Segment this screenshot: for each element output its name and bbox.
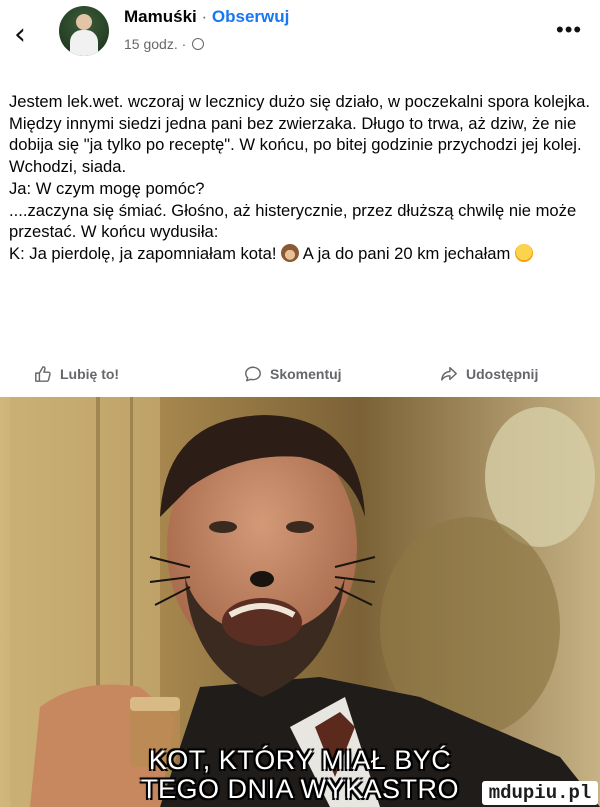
share-label: Udostępnij xyxy=(466,366,539,382)
meme-caption-line1: KOT, KTÓRY MIAŁ BYĆ xyxy=(148,745,452,775)
post-meta: 15 godz. · xyxy=(124,36,205,52)
like-button[interactable]: Lubię to! xyxy=(34,365,119,383)
facebook-post: ‹ Mamuśki · Obserwuj 15 godz. · ••• Jest… xyxy=(0,0,600,397)
like-label: Lubię to! xyxy=(60,366,120,382)
more-options-icon[interactable]: ••• xyxy=(556,19,582,41)
globe-icon xyxy=(192,38,205,50)
see-no-evil-monkey-icon xyxy=(281,243,300,262)
thumbs-up-icon xyxy=(35,366,51,382)
post-text: Jestem lek.wet. wczoraj w lecznicy dużo … xyxy=(9,91,595,265)
back-arrow-icon[interactable]: ‹ xyxy=(14,20,26,50)
timestamp[interactable]: 15 godz. · xyxy=(124,36,186,52)
comment-button[interactable]: Skomentuj xyxy=(244,365,342,383)
separator: · xyxy=(201,7,208,26)
post-header: Mamuśki · Obserwuj xyxy=(124,7,289,27)
author-name[interactable]: Mamuśki xyxy=(124,7,197,26)
comment-bubble-icon xyxy=(245,366,261,382)
post-text-part2: A ja do pani 20 km jechałam xyxy=(299,243,515,263)
share-button[interactable]: Udostępnij xyxy=(440,365,538,383)
grinning-sweat-icon xyxy=(514,243,533,262)
action-bar: Lubię to! Skomentuj Udostępnij xyxy=(0,359,600,391)
follow-button[interactable]: Obserwuj xyxy=(212,7,289,26)
share-arrow-icon xyxy=(441,366,457,381)
post-text-part1: Jestem lek.wet. wczoraj w lecznicy dużo … xyxy=(9,92,591,263)
comment-label: Skomentuj xyxy=(270,366,342,382)
avatar[interactable] xyxy=(59,6,109,56)
watermark: mdupiu.pl xyxy=(482,781,598,805)
